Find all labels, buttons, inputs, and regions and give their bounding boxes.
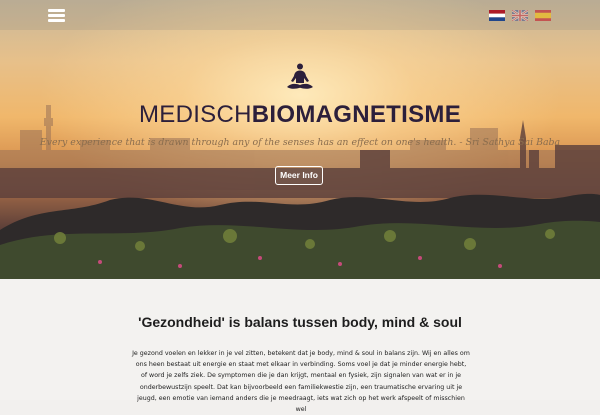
site-title-light: MEDISCH bbox=[138, 101, 252, 128]
logo-container bbox=[0, 62, 600, 96]
section-body-text: Je gezond voelen en lekker in je vel zit… bbox=[132, 350, 470, 414]
top-navigation-bar bbox=[0, 0, 600, 30]
site-title: MEDISCHBIOMAGNETISME bbox=[0, 101, 600, 129]
spanish-flag-icon[interactable] bbox=[535, 10, 551, 21]
dutch-flag-icon[interactable] bbox=[489, 10, 505, 21]
section-title: 'Gezondheid' is balans tussen body, mind… bbox=[138, 314, 462, 330]
hero-quote: Every experience that is drawn through a… bbox=[39, 137, 561, 148]
site-title-bold: BIOMAGNETISME bbox=[251, 101, 462, 128]
language-selector bbox=[489, 10, 551, 21]
hero-banner: MEDISCHBIOMAGNETISME Every experience th… bbox=[0, 0, 600, 279]
meditating-person-icon bbox=[287, 63, 313, 89]
uk-flag-icon[interactable] bbox=[512, 10, 528, 21]
meer-info-button[interactable]: Meer Info bbox=[275, 166, 323, 185]
hamburger-menu-icon[interactable] bbox=[48, 9, 65, 22]
intro-section: 'Gezondheid' is balans tussen body, mind… bbox=[0, 279, 600, 413]
